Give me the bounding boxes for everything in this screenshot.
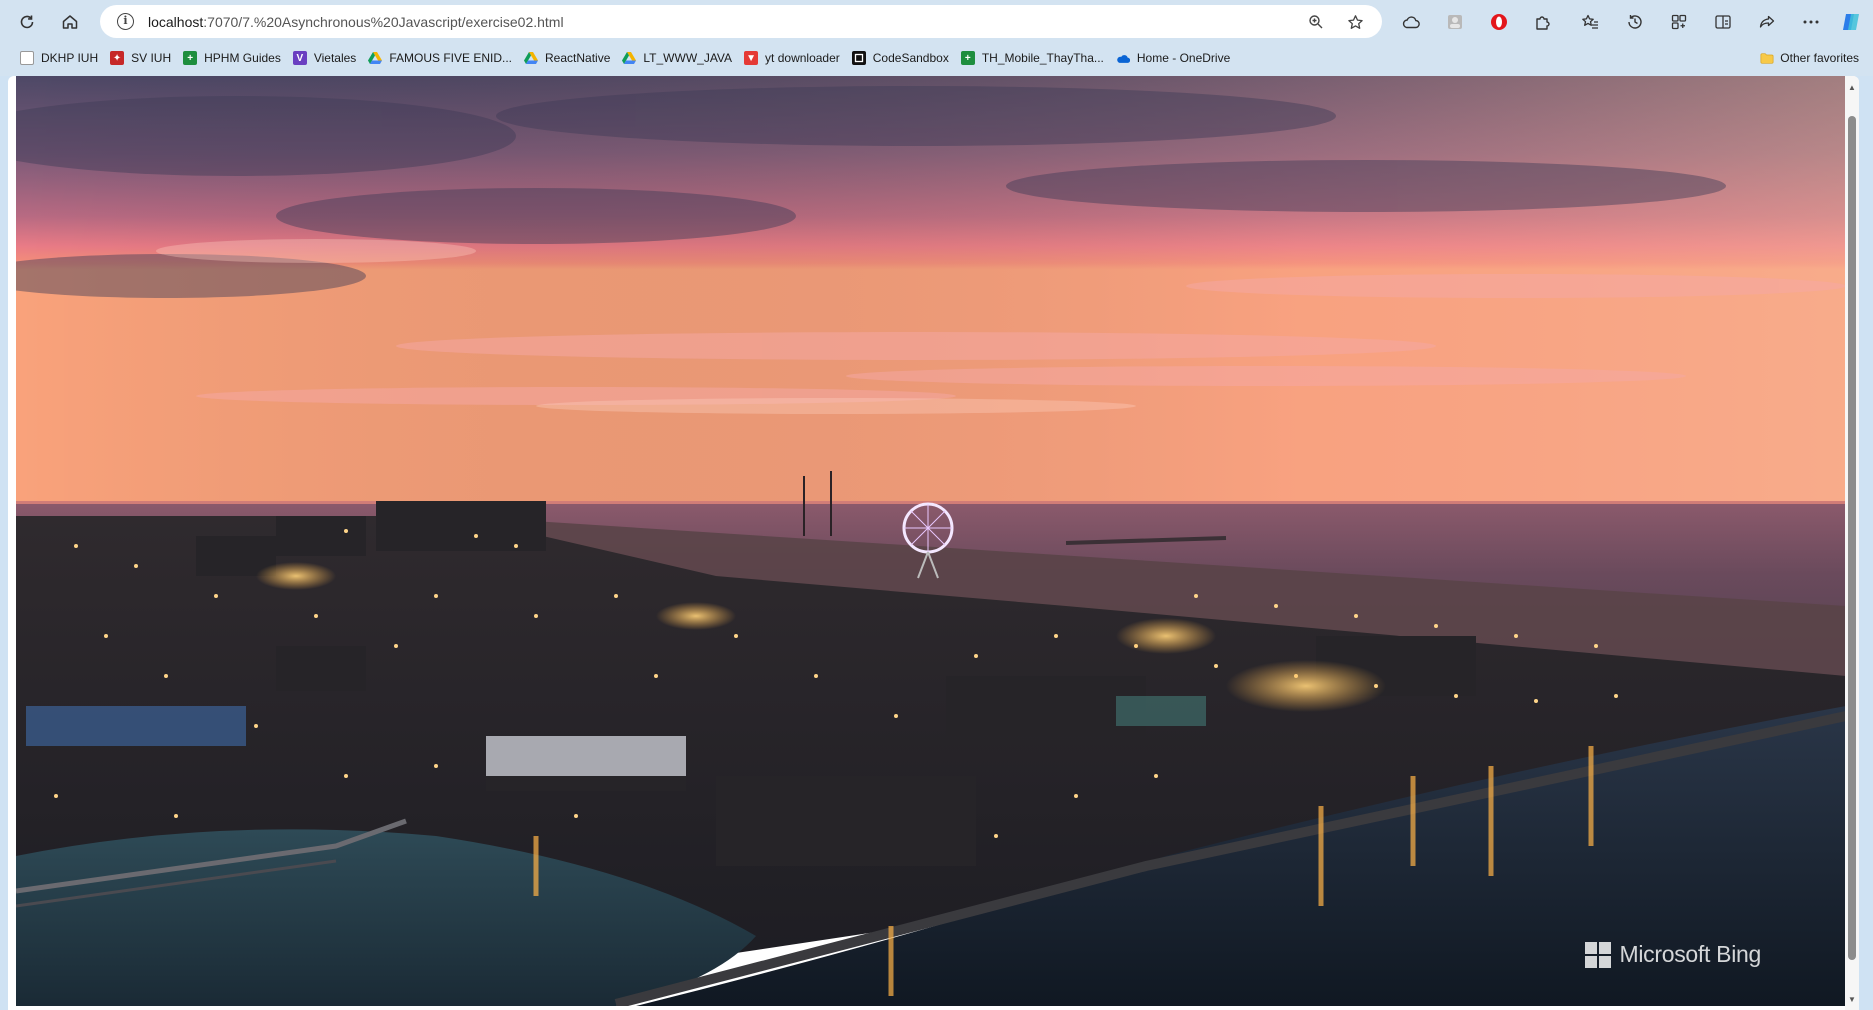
bookmark-label: TH_Mobile_ThayTha... bbox=[981, 51, 1104, 65]
favorite-star-icon[interactable] bbox=[1344, 11, 1366, 33]
bookmark-label: Home - OneDrive bbox=[1136, 51, 1231, 65]
bookmark-label: LT_WWW_JAVA bbox=[643, 51, 733, 65]
bookmark-label: Vietales bbox=[313, 51, 357, 65]
watermark-text: Microsoft Bing bbox=[1619, 941, 1761, 967]
address-bar[interactable]: i localhost:7070/7.%20Asynchronous%20Jav… bbox=[100, 5, 1382, 38]
other-favorites[interactable]: Other favorites bbox=[1760, 45, 1859, 71]
background-photo: Microsoft Bing bbox=[16, 76, 1846, 1006]
bookmark-label: DKHP IUH bbox=[41, 51, 99, 65]
bookmark-item[interactable]: V Vietales bbox=[289, 46, 364, 70]
bookmark-item[interactable]: ▼ yt downloader bbox=[740, 46, 848, 70]
url-path: :7070/7.%20Asynchronous%20Javascript/exe… bbox=[203, 13, 564, 30]
bookmark-item[interactable]: DKHP IUH bbox=[16, 46, 106, 70]
page-icon bbox=[20, 51, 34, 65]
codesandbox-icon bbox=[851, 51, 866, 65]
bookmark-label: SV IUH bbox=[131, 51, 172, 65]
collections-icon[interactable] bbox=[1664, 7, 1694, 37]
onedrive-icon bbox=[1116, 51, 1130, 65]
bookmark-item[interactable]: Home - OneDrive bbox=[1112, 46, 1238, 70]
bookmark-item[interactable]: ✦ SV IUH bbox=[106, 46, 179, 70]
scroll-down-icon[interactable]: ▼ bbox=[1848, 996, 1856, 1004]
bookmark-label: ReactNative bbox=[545, 51, 611, 65]
bookmark-item[interactable]: ReactNative bbox=[520, 46, 618, 70]
bookmark-label: FAMOUS FIVE ENID... bbox=[389, 51, 512, 65]
copilot-icon[interactable] bbox=[1836, 7, 1866, 37]
extensions-puzzle-icon[interactable] bbox=[1528, 7, 1558, 37]
bookmarks-bar: DKHP IUH ✦ SV IUH + HPHM Guides V Vietal… bbox=[0, 45, 1873, 71]
bookmark-label: HPHM Guides bbox=[204, 51, 281, 65]
bookmark-item[interactable]: LT_WWW_JAVA bbox=[618, 46, 740, 70]
bookmark-label: CodeSandbox bbox=[872, 51, 949, 65]
bookmark-item[interactable]: + HPHM Guides bbox=[179, 46, 289, 70]
reload-icon[interactable] bbox=[12, 7, 42, 37]
url-host: localhost bbox=[148, 13, 204, 30]
vietales-icon: V bbox=[292, 51, 307, 65]
profile-extension-icon[interactable] bbox=[1440, 7, 1470, 37]
drive-icon bbox=[622, 51, 637, 65]
microsoft-logo-icon bbox=[1585, 941, 1612, 968]
home-icon[interactable] bbox=[55, 7, 85, 37]
bookmark-item[interactable]: FAMOUS FIVE ENID... bbox=[364, 46, 520, 70]
scroll-thumb[interactable] bbox=[1848, 116, 1856, 960]
iuh-icon: ✦ bbox=[110, 51, 125, 65]
browser-toolbar: i localhost:7070/7.%20Asynchronous%20Jav… bbox=[0, 0, 1873, 44]
share-icon[interactable] bbox=[1752, 7, 1782, 37]
scroll-up-icon[interactable]: ▲ bbox=[1848, 84, 1856, 92]
other-favorites-label: Other favorites bbox=[1780, 51, 1859, 65]
page-viewport: Microsoft Bing ▲ ▼ bbox=[8, 76, 1859, 1010]
folder-icon bbox=[1760, 51, 1774, 65]
bookmark-label: yt downloader bbox=[765, 51, 840, 65]
history-icon[interactable] bbox=[1620, 7, 1650, 37]
sheet-icon: + bbox=[960, 51, 975, 65]
vertical-scrollbar[interactable]: ▲ ▼ bbox=[1845, 76, 1859, 1010]
drive-icon bbox=[524, 51, 538, 65]
cloud-icon[interactable] bbox=[1396, 7, 1426, 37]
browser-chrome: i localhost:7070/7.%20Asynchronous%20Jav… bbox=[0, 0, 1873, 76]
zoom-icon[interactable] bbox=[1305, 11, 1327, 33]
opera-icon[interactable] bbox=[1484, 7, 1514, 37]
favorites-icon[interactable] bbox=[1575, 7, 1605, 37]
microsoft-bing-watermark: Microsoft Bing bbox=[1585, 941, 1761, 968]
sheet-icon: + bbox=[183, 51, 198, 65]
bookmark-item[interactable]: CodeSandbox bbox=[848, 46, 957, 70]
more-menu-icon[interactable] bbox=[1796, 7, 1826, 37]
site-info-icon[interactable]: i bbox=[117, 13, 134, 30]
drive-icon bbox=[368, 51, 383, 65]
bookmark-item[interactable]: + TH_Mobile_ThayTha... bbox=[957, 46, 1112, 70]
split-screen-icon[interactable] bbox=[1708, 7, 1738, 37]
download-icon: ▼ bbox=[744, 51, 759, 65]
